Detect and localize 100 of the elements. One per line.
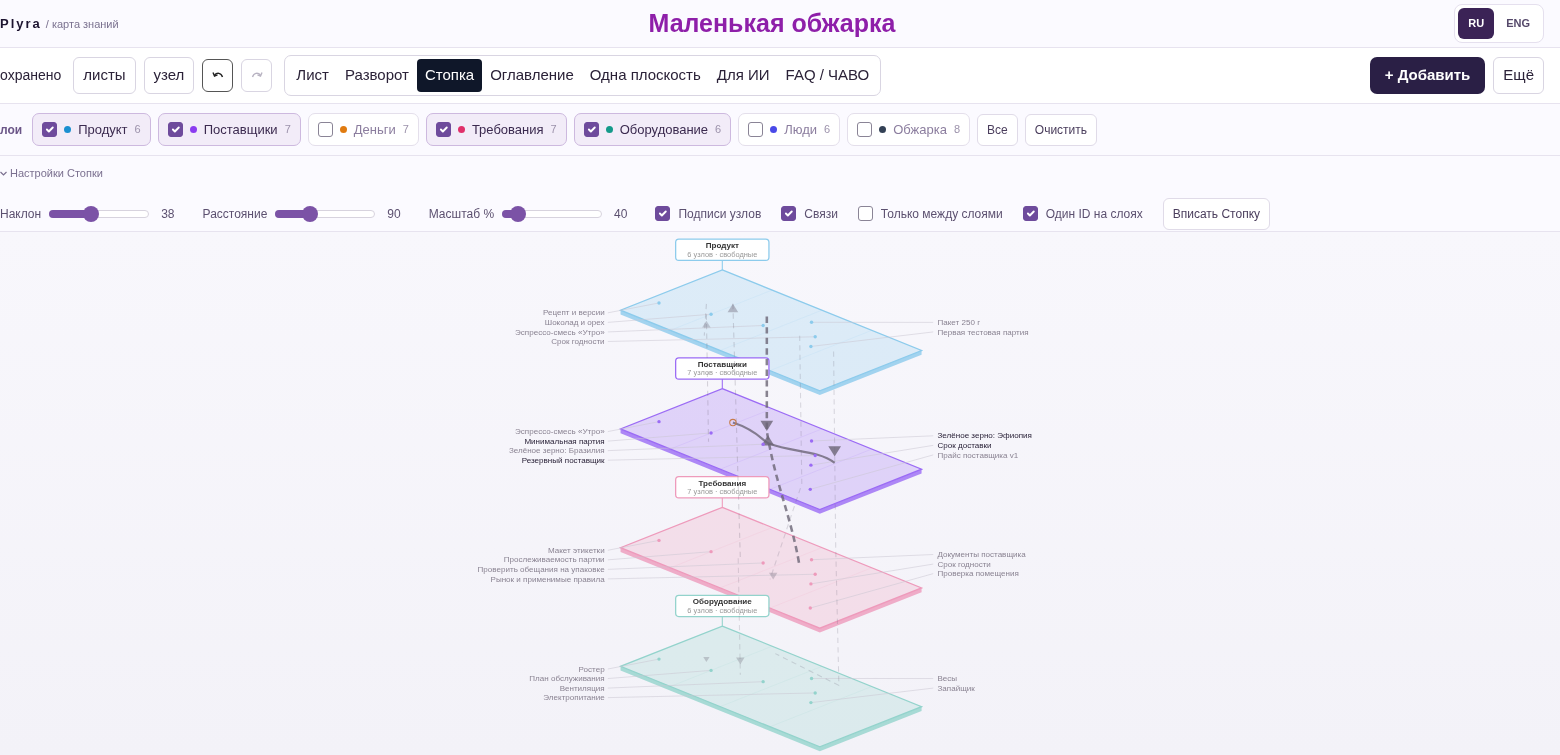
node-dot [709,549,713,554]
layer-tag-subtitle: 7 узлов · свободные [687,487,758,497]
language-button[interactable]: ENG [1496,8,1540,39]
layer-chip[interactable]: Поставщики 7 [157,112,301,147]
view-tab[interactable]: Одна плоскость [581,59,709,92]
layer-tag-subtitle: 6 узлов · свободные [687,605,758,615]
settings-title[interactable]: Настройки Стопки [10,165,103,182]
layer-chip[interactable]: Требования 7 [425,112,567,147]
slider-thumb[interactable] [509,205,526,222]
node-dot [809,463,813,467]
layer-tag-subtitle: 6 узлов · свободные [687,249,758,259]
view-tab[interactable]: Стопка [416,59,483,92]
arrow-icon [702,320,711,328]
arrow-icon [828,446,841,457]
slider-value: 40 [614,205,628,223]
fit-stack-button[interactable]: Вписать Стопку [1162,197,1271,230]
layer-name: Деньги [353,120,396,139]
option-checkbox[interactable] [655,206,671,221]
layer-checkbox[interactable] [42,122,58,137]
option-label[interactable]: Подписи узлов [678,204,762,223]
undo-button[interactable] [202,59,234,92]
view-tab[interactable]: Оглавление [482,59,582,92]
node-dot [761,679,765,684]
layer-name: Люди [784,120,818,139]
node-dot [761,323,765,328]
arrow-icon [768,572,778,580]
layer-checkbox[interactable] [583,122,599,137]
view-tab[interactable]: Разворот [336,59,417,92]
option-label[interactable]: Связи [804,204,838,223]
more-button[interactable]: Ещё [1493,57,1544,94]
slider[interactable] [502,205,603,222]
layer-checkbox[interactable] [317,122,333,137]
node-ring [729,418,737,427]
slider-thumb[interactable] [302,205,319,222]
view-tab[interactable]: Лист [288,59,337,92]
slider-label: Наклон [0,205,42,223]
slider[interactable] [275,205,376,222]
layer-checkbox[interactable] [435,122,451,137]
slider-thumb[interactable] [82,205,99,222]
layer-name: Обжарка [893,120,947,139]
node-dot [809,320,814,324]
node-dot [809,344,813,349]
layer-chip[interactable]: Продукт 6 [32,112,151,147]
slider[interactable] [49,205,150,222]
node-dot [813,453,817,458]
arrow-icon [703,657,710,663]
view-tab[interactable]: FAQ / ЧАВО [777,59,878,92]
layer-chip[interactable]: Люди 6 [738,112,841,147]
layer-tag-subtitle: 7 узлов · свободные [687,368,758,378]
layer-name: Продукт [78,120,128,139]
toolbar-button[interactable]: листы [73,57,136,94]
node-dot [813,691,817,695]
layer-chip[interactable]: Обжарка 8 [847,112,971,147]
layer-count: 6 [824,122,831,138]
layer-checkbox[interactable] [748,122,764,137]
node-dot [709,668,713,673]
node-dot [709,431,713,435]
slider-value: 38 [161,205,175,223]
option-checkbox[interactable] [857,206,873,221]
toolbar-button[interactable]: узел [143,57,195,94]
layers-label: лои [0,121,23,139]
add-button[interactable]: + Добавить [1369,57,1486,94]
layer-count: 6 [715,122,722,138]
layer-chip[interactable]: Деньги 7 [307,112,419,147]
node-dot [809,582,813,586]
slider-label: Масштаб % [428,205,495,223]
layer-chip[interactable]: Оборудование 6 [573,112,732,147]
clear-button[interactable]: Очистить [1024,113,1098,146]
layer-checkbox[interactable] [857,122,873,137]
settings-toggle[interactable]: Настройки Стопки [0,156,1560,182]
node-dot [657,301,661,305]
option-label[interactable]: Один ID на слоях [1045,204,1143,223]
node-dot [809,700,813,705]
slider-value: 90 [387,205,401,223]
layer-count: 7 [550,122,557,138]
option-checkbox[interactable] [1022,206,1038,221]
node-dot [657,538,661,543]
layer-name: Требования [471,120,544,139]
option-checkbox[interactable] [781,206,797,221]
layer-name: Поставщики [203,120,278,139]
view-tab[interactable]: Для ИИ [708,59,778,92]
brand-subtitle: / карта знаний [45,16,119,32]
layer-count: 8 [954,122,961,138]
arrow-icon [761,435,775,446]
node-dot [761,442,765,446]
option-label[interactable]: Только между слоями [880,204,1003,223]
node-dot [808,487,812,492]
layer-count: 7 [402,122,409,138]
save-status: охранено [0,66,62,85]
arrow-icon [736,657,745,665]
node-dot [709,312,713,316]
language-button[interactable]: RU [1458,8,1495,39]
all-button[interactable]: Все [977,113,1018,146]
layer-count: 6 [134,122,141,138]
page-title: Маленькая обжарка [648,7,896,39]
brand-logo: Plyra [0,14,42,33]
layer-checkbox[interactable] [167,122,183,137]
layer-name: Оборудование [619,120,709,139]
node-dot [809,676,814,681]
node-dot [809,558,814,562]
